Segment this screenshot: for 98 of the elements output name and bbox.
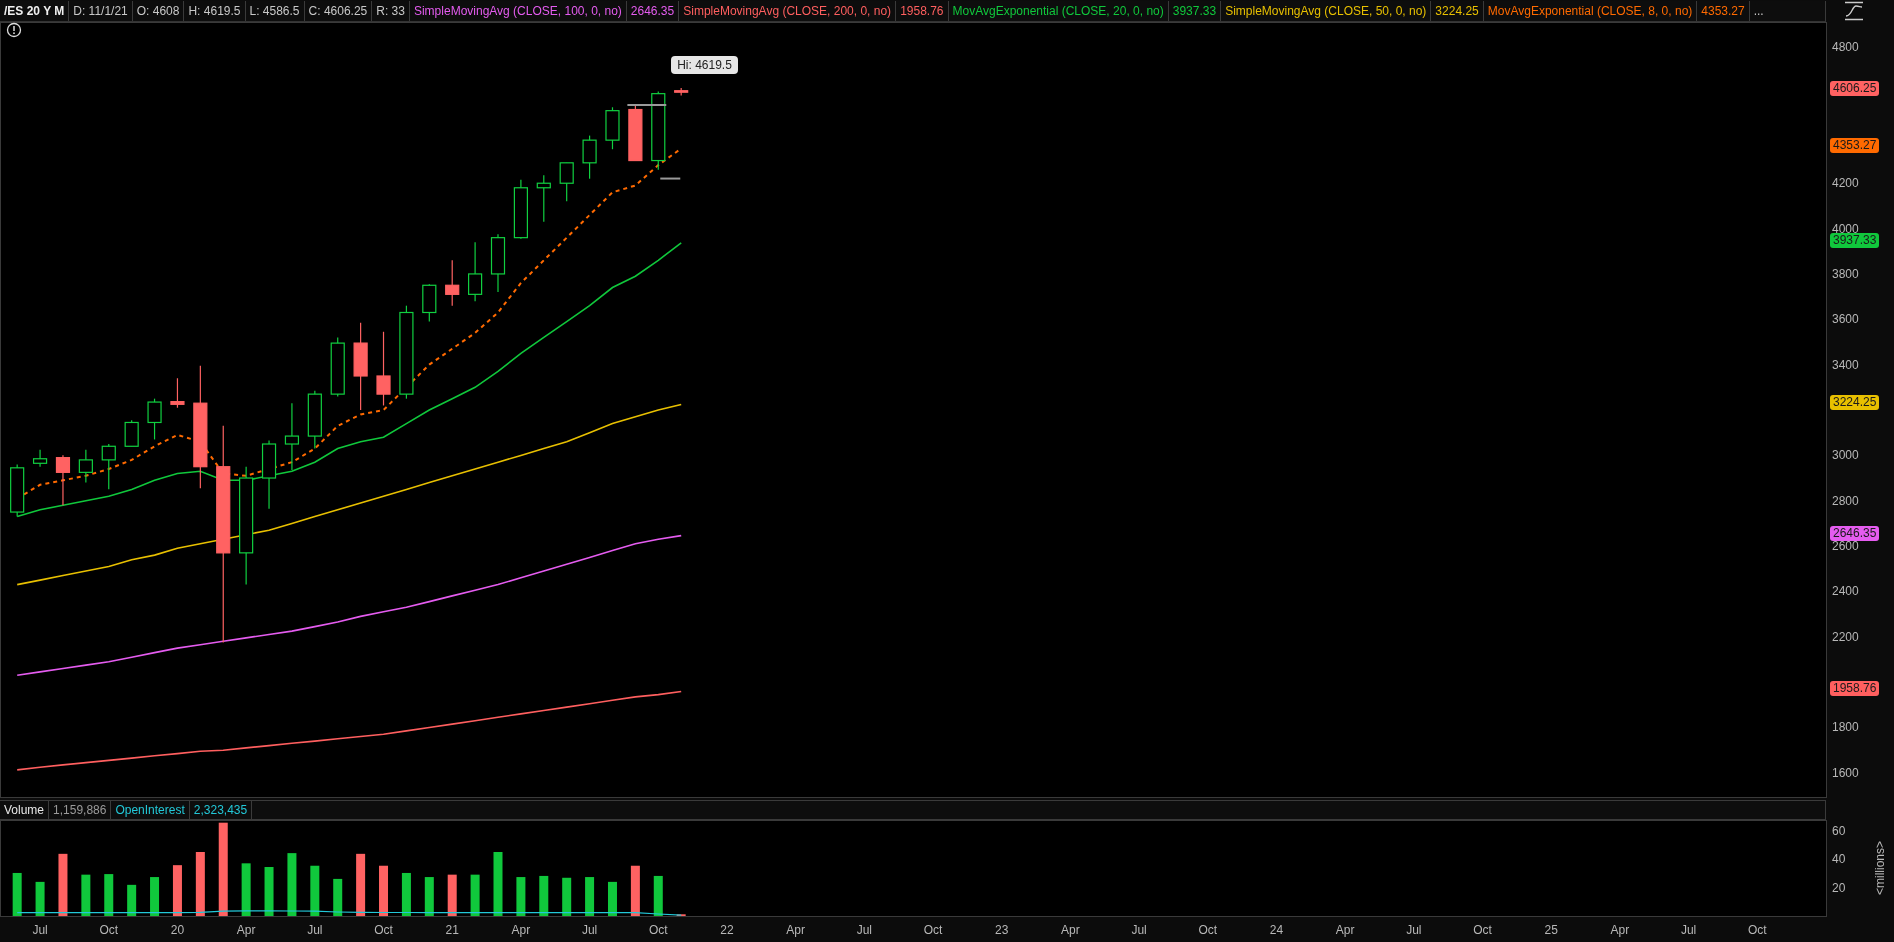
axis-label: Apr: [1610, 923, 1630, 937]
study-name[interactable]: MovAvgExponential (CLOSE, 8, 0, no): [1483, 0, 1698, 21]
axis-label: Apr: [786, 923, 805, 937]
candlestick: [513, 179, 528, 240]
axis-label: 1600: [1832, 764, 1859, 781]
axis-label: 2200: [1832, 628, 1859, 645]
study-value: 1,159,886: [49, 801, 112, 819]
candlestick: [422, 283, 437, 323]
candlestick: [261, 440, 277, 510]
axis-label: Oct: [1198, 923, 1218, 937]
quote-field: R: 33: [372, 0, 410, 21]
candlestick: [628, 104, 643, 162]
axis-label: 20: [1832, 880, 1846, 895]
axis-label: 24: [1269, 923, 1284, 937]
study-name[interactable]: SimpleMovingAvg (CLOSE, 200, 0, no): [679, 0, 897, 21]
candlestick: [605, 106, 620, 150]
quote-field: L: 4586.5: [245, 0, 305, 21]
study-name[interactable]: MovAvgExponential (CLOSE, 20, 0, no): [948, 0, 1169, 21]
quote-field: D: 11/1/21: [69, 0, 133, 21]
axis-label: 4200: [1832, 175, 1859, 192]
axis-label: Oct: [1747, 923, 1767, 937]
study-value: 2,323,435: [189, 801, 253, 819]
axis-label: 3800: [1832, 265, 1859, 282]
more-button[interactable]: ...: [1749, 0, 1768, 21]
axis-title: <millions>: [1873, 841, 1887, 895]
axis-label: Jul: [1131, 923, 1147, 937]
candlestick: [582, 135, 597, 180]
candlestick: [307, 390, 322, 450]
price-tag: 3937.33: [1830, 232, 1880, 248]
alert-icon[interactable]: [6, 22, 22, 38]
candlestick: [124, 419, 139, 447]
curve-icon[interactable]: [1844, 1, 1864, 21]
candlestick: [559, 162, 574, 202]
quote-field: H: 4619.5: [184, 0, 246, 21]
study-value: 4353.27: [1697, 0, 1750, 21]
axis-label: 2800: [1832, 492, 1859, 509]
axis-label: Jul: [856, 923, 872, 937]
study-value: 3937.33: [1168, 0, 1222, 21]
study-name[interactable]: SimpleMovingAvg (CLOSE, 50, 0, no): [1221, 0, 1432, 21]
candlestick: [468, 241, 483, 302]
axis-label: Jul: [32, 923, 48, 937]
candlestick: [490, 233, 506, 293]
high-tooltip: Hi: 4619.5: [671, 56, 738, 75]
price-tag: 4606.25: [1830, 81, 1880, 97]
candlestick: [445, 259, 460, 307]
quote-field: C: 4606.25: [304, 0, 373, 21]
study-value: 2646.35: [626, 0, 680, 21]
candlestick: [330, 336, 345, 397]
axis-label: 4800: [1832, 39, 1859, 56]
axis-label: 25: [1544, 923, 1558, 937]
axis-label: Apr: [1061, 923, 1080, 937]
axis-label: Jul: [307, 923, 323, 937]
candlestick: [78, 449, 93, 484]
axis-label: Apr: [511, 923, 531, 937]
axis-label: Jul: [1680, 923, 1697, 937]
axis-label: Oct: [99, 923, 119, 937]
price-tag: 3224.25: [1830, 394, 1880, 410]
price-tag: 2646.35: [1830, 525, 1880, 541]
axis-label: Jul: [581, 923, 598, 937]
axis-label: 20: [170, 923, 185, 937]
axis-label: Oct: [374, 923, 393, 937]
candlestick: [10, 463, 25, 518]
candlestick: [170, 377, 185, 409]
candlestick: [674, 87, 689, 97]
axis-label: 2600: [1832, 538, 1859, 555]
axis-label: 23: [995, 923, 1009, 937]
candlestick: [101, 443, 116, 490]
axis-label: 2400: [1832, 583, 1859, 600]
axis-label: 3000: [1832, 447, 1859, 464]
candlestick: [284, 402, 300, 471]
study-name[interactable]: SimpleMovingAvg (CLOSE, 100, 0, no): [409, 0, 627, 21]
axis-label: Apr: [1335, 923, 1355, 937]
symbol-label: /ES 20 Y M: [0, 0, 70, 21]
axis-label: 3600: [1832, 311, 1859, 328]
candlestick: [536, 174, 551, 223]
price-level-line: [659, 177, 682, 180]
axis-label: 21: [445, 923, 459, 937]
price-tag: 4353.27: [1830, 138, 1880, 154]
axis-label: Oct: [923, 923, 943, 937]
study-value: 1958.76: [896, 0, 949, 21]
axis-label: Apr: [236, 923, 256, 937]
candlestick: [147, 398, 162, 441]
candlestick: [55, 454, 71, 506]
axis-label: 40: [1832, 852, 1846, 867]
study-value: 3224.25: [1431, 0, 1484, 21]
price-level-line: [626, 104, 668, 106]
axis-label: Oct: [1473, 923, 1492, 937]
axis-label: 1800: [1832, 719, 1859, 736]
candlestick: [32, 449, 48, 468]
price-tag: 1958.76: [1830, 681, 1880, 697]
quote-field: O: 4608: [132, 0, 185, 21]
axis-label: 60: [1832, 824, 1846, 839]
axis-label: 3400: [1832, 356, 1859, 373]
axis-label: Jul: [1406, 923, 1422, 937]
study-name[interactable]: Volume: [0, 801, 50, 819]
axis-label: 22: [720, 923, 734, 937]
study-name[interactable]: OpenInterest: [111, 801, 190, 819]
axis-label: Oct: [648, 923, 668, 937]
